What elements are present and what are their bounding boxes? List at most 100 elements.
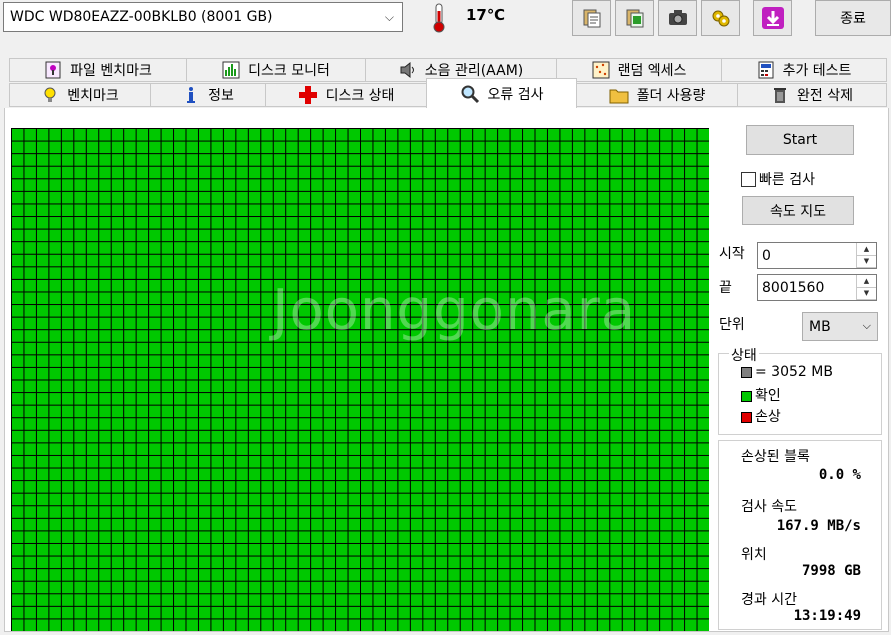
scan-block (660, 279, 672, 292)
scan-block (373, 204, 385, 217)
end-input[interactable]: 8001560 ▲ ▼ (757, 274, 877, 301)
scan-block (697, 581, 709, 594)
scan-block (448, 204, 460, 217)
scan-block (622, 569, 635, 581)
scan-block (36, 543, 49, 556)
scan-block (385, 569, 398, 581)
spin-up-icon[interactable]: ▲ (857, 275, 876, 288)
scan-block (36, 279, 49, 292)
scan-block (460, 455, 473, 468)
scan-block (286, 393, 298, 405)
tab-disk-monitor[interactable]: 디스크 모니터 (186, 58, 366, 82)
scan-block (660, 581, 672, 594)
start-button[interactable]: Start (746, 125, 854, 155)
scan-block (149, 556, 161, 569)
scan-block (435, 405, 448, 418)
download-button[interactable] (753, 0, 792, 36)
tab-random-access[interactable]: 랜덤 엑세스 (556, 58, 722, 82)
tab-benchmark[interactable]: 벤치마크 (9, 83, 151, 107)
scan-block (74, 355, 86, 367)
quick-scan-checkbox[interactable]: 빠른 검사 (741, 169, 815, 189)
folder-icon (609, 89, 629, 104)
scan-block (323, 481, 336, 493)
spin-up-icon[interactable]: ▲ (857, 243, 876, 256)
scan-block (547, 191, 560, 204)
scan-block (211, 330, 223, 342)
scan-block (697, 141, 709, 154)
scan-block (311, 493, 323, 506)
copy-info-button[interactable] (572, 0, 611, 36)
tab-folder-usage[interactable]: 폴더 사용량 (576, 83, 738, 107)
scan-block (149, 493, 161, 506)
legend-text: = 3052 MB (755, 364, 833, 380)
scan-block (398, 191, 410, 204)
scan-block (523, 229, 535, 242)
spin-down-icon[interactable]: ▼ (857, 288, 876, 300)
scan-block (124, 531, 136, 543)
speed-map-button[interactable]: 속도 지도 (742, 196, 854, 225)
tab-secure-erase[interactable]: 완전 삭제 (737, 83, 887, 107)
scan-block (36, 569, 49, 581)
copy-all-button[interactable] (615, 0, 654, 36)
checkbox-box[interactable] (741, 171, 756, 187)
screenshot-button[interactable] (658, 0, 697, 36)
options-button[interactable] (701, 0, 740, 36)
scan-block (660, 166, 672, 179)
scan-block (610, 204, 622, 217)
scan-block (273, 191, 286, 204)
scan-block (49, 506, 61, 518)
scan-block (635, 430, 647, 443)
scan-block (547, 380, 560, 393)
scan-block (610, 267, 622, 279)
scan-block (348, 606, 360, 619)
scan-block (174, 606, 186, 619)
scan-block (373, 367, 385, 380)
scan-block (560, 141, 572, 154)
scan-block (198, 468, 211, 481)
scan-block (12, 468, 24, 481)
spin-down-icon[interactable]: ▼ (857, 256, 876, 268)
scan-block (535, 279, 547, 292)
tab-extra-tests[interactable]: 추가 테스트 (721, 58, 887, 82)
scan-block (448, 543, 460, 556)
end-input-value: 8001560 (762, 279, 825, 296)
scan-block (485, 455, 498, 468)
exit-button[interactable]: 종료 (815, 0, 891, 36)
scan-block (74, 531, 86, 543)
scan-block (498, 254, 510, 267)
scan-block (385, 543, 398, 556)
scan-block (198, 418, 211, 430)
scan-block (560, 342, 572, 355)
scan-block (336, 418, 348, 430)
scan-block (273, 342, 286, 355)
scan-block (423, 468, 435, 481)
scan-block (99, 342, 111, 355)
scan-block (24, 305, 36, 317)
scan-block (510, 367, 523, 380)
end-spinner[interactable]: ▲ ▼ (856, 275, 876, 300)
tab-error-scan[interactable]: 오류 검사 (426, 78, 577, 108)
scan-block (597, 242, 610, 254)
scan-block (161, 141, 174, 154)
scan-block (49, 267, 61, 279)
scan-block (286, 292, 298, 305)
tab-disk-health[interactable]: 디스크 상태 (265, 83, 427, 107)
scan-block (149, 292, 161, 305)
scan-block (585, 518, 597, 531)
scan-block (672, 481, 685, 493)
scan-block (86, 380, 99, 393)
scan-block (435, 430, 448, 443)
drive-select[interactable]: WDC WD80EAZZ-00BKLB0 (8001 GB) ⌵ (3, 2, 403, 32)
start-spinner[interactable]: ▲ ▼ (856, 243, 876, 268)
scan-block (361, 179, 373, 191)
tab-info[interactable]: 정보 (150, 83, 266, 107)
scan-block (435, 254, 448, 267)
tab-file-benchmark[interactable]: 파일 벤치마크 (9, 58, 187, 82)
scan-block (597, 355, 610, 367)
scan-block (597, 468, 610, 481)
scan-block (124, 254, 136, 267)
scan-block (473, 166, 485, 179)
start-input[interactable]: 0 ▲ ▼ (757, 242, 877, 269)
scan-block (124, 217, 136, 229)
unit-select[interactable]: MB ⌵ (802, 312, 878, 341)
